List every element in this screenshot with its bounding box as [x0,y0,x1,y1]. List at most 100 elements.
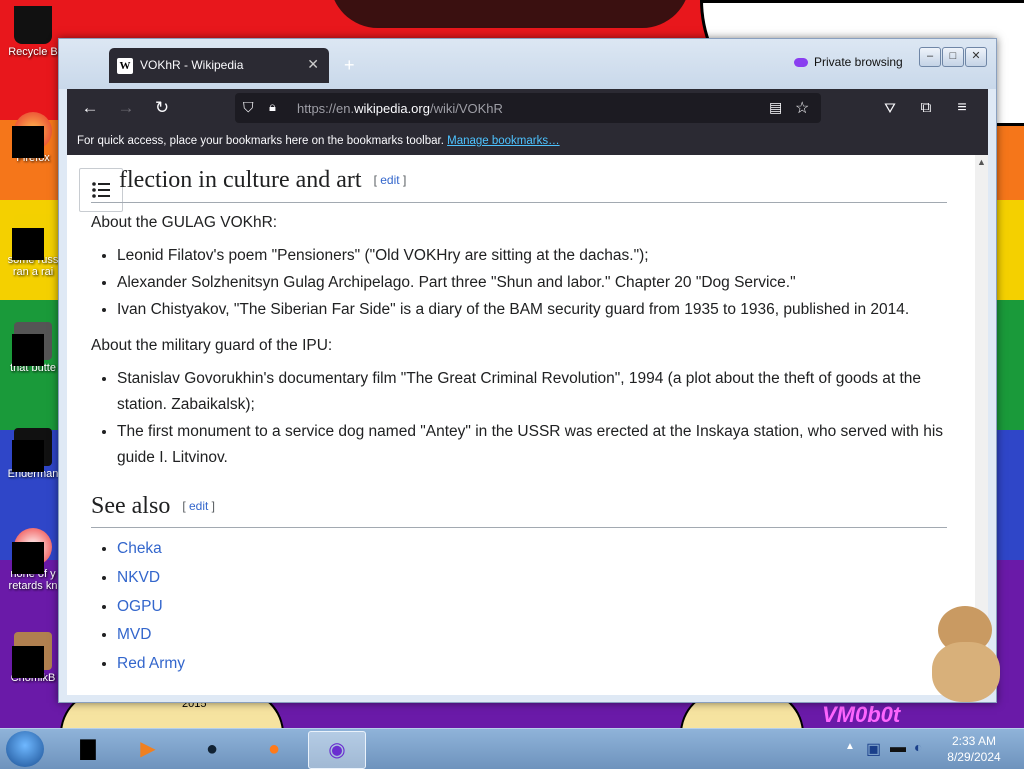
section-heading-see-also: See also [ edit ] [91,493,215,520]
desktop-icon-shortcut-2[interactable]: that butte [2,322,64,374]
link-mvd[interactable]: MVD [117,626,151,643]
manage-bookmarks-link[interactable]: Manage bookmarks… [447,135,560,147]
section-heading-text: See also [91,493,171,519]
list-item: NKVD [117,564,973,592]
url-domain: wikipedia.org [354,101,430,116]
media-player-icon: ▶ [140,738,156,760]
back-button[interactable]: ← [79,97,101,119]
tab-bar: W VOKhR - Wikipedia ✕ + Private browsing… [59,39,996,89]
folder-icon: ▇ [80,738,96,760]
see-also-list: Cheka NKVD OGPU MVD Red Army [91,535,973,679]
page-content: flection in culture and art [ edit ] Abou… [67,155,975,695]
hamster-image [926,606,1006,704]
new-tab-button[interactable]: + [344,55,355,76]
address-bar[interactable]: ⛉ 🔒︎ https://en.wikipedia.org/wiki/VOKhR… [235,93,821,123]
bookmarks-toolbar: For quick access, place your bookmarks h… [67,127,988,155]
url-path: /wiki/VOKhR [429,101,503,116]
minimize-button[interactable]: – [919,47,941,67]
edit-link-culture[interactable]: [ edit ] [374,173,407,187]
private-mask-icon [794,58,808,67]
desktop-icon-shortcut-4[interactable]: none of y retards kn [2,528,64,592]
link-nkvd[interactable]: NKVD [117,569,160,586]
shortcut-icon [12,528,52,574]
desktop-art-top [330,0,690,28]
show-hidden-icons-button[interactable]: ▲ [845,741,855,752]
edit-label: edit [188,499,209,513]
clock-time: 2:33 AM [951,734,997,748]
list-ipu: Stanislav Govorukhin's documentary film … [91,366,973,472]
taskbar-app-firefox[interactable]: ● [246,731,302,767]
system-tray: ▣ ▬ ◐ [864,737,934,761]
reader-view-icon[interactable]: ▤ [769,99,782,116]
desktop-icon-firefox[interactable]: Firefox [2,112,64,164]
browser-window: W VOKhR - Wikipedia ✕ + Private browsing… [58,38,997,703]
private-browsing-indicator: Private browsing [794,55,903,69]
pocket-icon[interactable]: ⛛ [879,97,901,119]
list-gulag: Leonid Filatov's poem "Pensioners" ("Old… [91,243,973,324]
shortcut-icon [12,632,52,678]
extensions-icon[interactable]: ⧉ [915,97,937,119]
desktop-icon-shortcut-3[interactable]: Enderman [2,428,64,480]
bookmarks-toolbar-message: For quick access, place your bookmarks h… [77,135,560,147]
link-cheka[interactable]: Cheka [117,540,162,557]
list-item: Alexander Solzhenitsyn Gulag Archipelago… [117,270,973,296]
section-heading-text: flection in culture and art [119,167,362,193]
tab-active[interactable]: W VOKhR - Wikipedia ✕ [109,48,329,83]
link-ogpu[interactable]: OGPU [117,598,163,615]
firefox-icon: ● [267,738,281,760]
scroll-up-icon[interactable]: ▲ [975,157,988,167]
list-item: Leonid Filatov's poem "Pensioners" ("Old… [117,243,973,269]
list-item: OGPU [117,593,973,621]
maximize-button[interactable]: □ [942,47,964,67]
taskbar-app-file-explorer[interactable]: ▇ [60,731,116,767]
list-item: Stanislav Govorukhin's documentary film … [117,366,973,418]
heading-rule [91,202,947,203]
list-icon [92,182,110,198]
volume-icon[interactable]: ◐ [914,739,922,755]
url-prefix: https://en. [297,101,355,116]
list-item: Ivan Chistyakov, "The Siberian Far Side"… [117,297,973,323]
taskbar: ▇ ▶ ● ● ◉ ▲ ▣ ▬ ◐ 2:33 AM 8/29/2024 [0,728,1024,769]
start-button[interactable] [6,731,44,767]
paragraph-ipu: About the military guard of the IPU: [91,337,333,354]
lock-icon[interactable]: 🔒︎ [269,99,276,115]
list-item: Red Army [117,650,973,678]
recycle-bin-icon [14,6,52,44]
firefox-icon [12,112,52,158]
menu-icon[interactable]: ≡ [951,97,973,119]
desktop-icon-recycle-bin[interactable]: Recycle B [2,6,64,58]
bookmark-star-icon[interactable]: ☆ [795,98,809,118]
desktop-watermark: VM0b0t [822,702,901,727]
list-item: MVD [117,621,973,649]
tray-app-icon[interactable]: ▣ [866,739,881,759]
desktop-icon-shortcut-1[interactable]: some russ ran a rai [2,214,64,278]
wikipedia-favicon-icon: W [117,58,133,74]
paragraph-gulag: About the GULAG VOKhR: [91,214,278,231]
network-icon[interactable]: ▬ [890,739,906,757]
section-heading-culture: flection in culture and art [ edit ] [119,167,406,194]
clock-date: 8/29/2024 [947,750,1001,764]
reload-button[interactable]: ↻ [151,97,173,119]
desktop-icon-shortcut-5[interactable]: ChomikB [2,632,64,684]
table-of-contents-button[interactable] [79,168,123,212]
bookmarks-hint-text: For quick access, place your bookmarks h… [77,135,444,147]
shield-icon[interactable]: ⛉ [243,99,254,116]
globe-icon: ● [205,738,219,760]
link-red-army[interactable]: Red Army [117,655,185,672]
url-text[interactable]: https://en.wikipedia.org/wiki/VOKhR [297,101,503,116]
taskbar-app-media-player[interactable]: ▶ [120,731,176,767]
shortcut-icon [12,322,52,366]
heading-rule [91,527,947,528]
shortcut-icon [12,428,52,472]
shortcut-icon [12,214,52,260]
clock[interactable]: 2:33 AM 8/29/2024 [942,733,1006,765]
taskbar-app-firefox-private[interactable]: ◉ [308,731,366,769]
forward-button[interactable]: → [115,97,137,119]
desktop-icon-label: Recycle B [8,46,58,58]
close-window-button[interactable]: ✕ [965,47,987,67]
private-browsing-label: Private browsing [814,55,903,69]
taskbar-app-globe[interactable]: ● [184,731,240,767]
private-browsing-icon: ◉ [328,739,346,761]
tab-close-icon[interactable]: ✕ [307,56,319,73]
edit-link-see-also[interactable]: [ edit ] [182,499,215,513]
